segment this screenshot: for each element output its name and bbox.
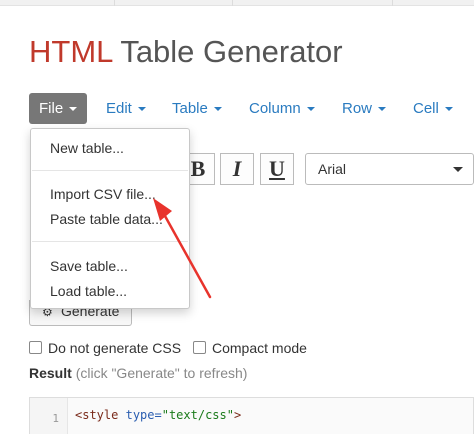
red-arrow-icon bbox=[153, 198, 212, 299]
